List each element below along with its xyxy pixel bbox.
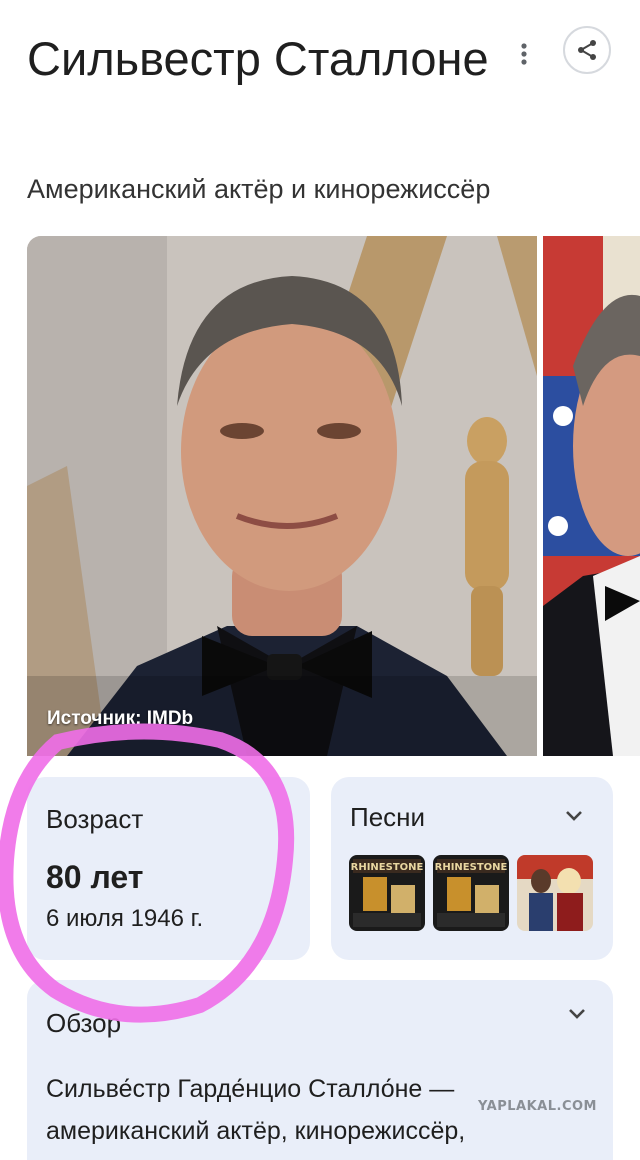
- age-card[interactable]: Возраст 80 лет 6 июля 1946 г.: [27, 777, 310, 960]
- page-title: Сильвестр Сталлоне: [27, 32, 489, 85]
- more-options-button[interactable]: [508, 38, 540, 70]
- secondary-photo[interactable]: [543, 236, 640, 756]
- share-icon: [578, 40, 596, 60]
- song-thumbnail[interactable]: [517, 855, 593, 931]
- page-subtitle: Американский актёр и кинорежиссёр: [27, 174, 491, 204]
- chevron-down-icon[interactable]: [563, 805, 585, 827]
- image-source-label: Источник: IMDb: [47, 708, 194, 729]
- songs-card-label: Песни: [350, 802, 426, 832]
- age-card-label: Возраст: [46, 804, 144, 834]
- birth-date: 6 июля 1946 г.: [46, 905, 204, 932]
- overview-card-label: Обзор: [46, 1008, 122, 1038]
- share-button[interactable]: [563, 26, 611, 74]
- song-thumbnail[interactable]: RHINESTONE: [349, 855, 425, 931]
- watermark: YAPLAKAL.COM: [478, 1099, 597, 1114]
- main-photo[interactable]: [27, 236, 537, 756]
- age-value: 80 лет: [46, 859, 144, 895]
- chevron-down-icon[interactable]: [566, 1003, 588, 1025]
- overview-card[interactable]: Обзор Сильве́стр Гарде́нцио Сталло́не — …: [27, 980, 613, 1160]
- song-thumbnail[interactable]: RHINESTONE: [433, 855, 509, 931]
- more-vert-icon: [521, 43, 527, 65]
- songs-card[interactable]: Песни RHINESTONE RHINESTONE: [331, 777, 613, 960]
- svg-text:RHINESTONE: RHINESTONE: [435, 862, 508, 873]
- svg-text:RHINESTONE: RHINESTONE: [351, 862, 424, 873]
